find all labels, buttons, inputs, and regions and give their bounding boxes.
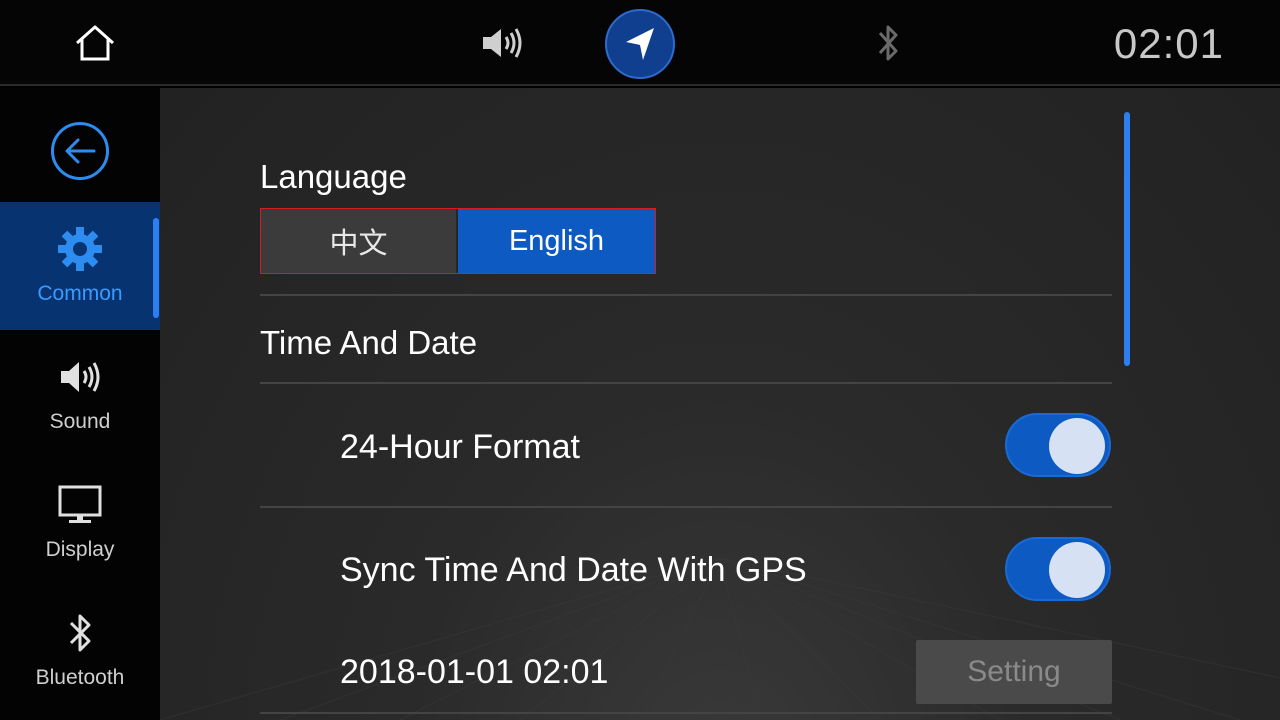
speaker-icon — [55, 354, 105, 400]
divider — [260, 712, 1112, 714]
language-option-english[interactable]: English — [458, 209, 655, 273]
home-icon[interactable] — [70, 20, 120, 66]
language-option-chinese[interactable]: 中文 — [261, 209, 456, 273]
sidebar-item-common[interactable]: Common — [0, 202, 160, 330]
sidebar-scroll-indicator — [153, 218, 159, 318]
bluetooth-icon[interactable] — [870, 20, 906, 66]
sidebar-item-display[interactable]: Display — [0, 458, 160, 586]
volume-icon[interactable] — [476, 22, 528, 64]
clock: 02:01 — [1113, 20, 1224, 67]
time-date-title: Time And Date — [260, 324, 478, 361]
language-selector: 中文 English — [260, 208, 656, 274]
toggle-knob — [1049, 418, 1105, 474]
24-hour-format-toggle[interactable] — [1005, 413, 1111, 477]
divider — [260, 382, 1112, 384]
status-bar: 02:01 — [0, 0, 1280, 86]
bluetooth-icon — [55, 610, 105, 656]
monitor-icon — [55, 482, 105, 528]
24-hour-format-label: 24-Hour Format — [340, 428, 580, 466]
sidebar-item-sound[interactable]: Sound — [0, 330, 160, 458]
arrow-left-icon — [65, 138, 96, 164]
gear-icon — [55, 226, 105, 272]
language-title: Language — [260, 158, 407, 195]
toggle-knob — [1049, 542, 1105, 598]
sync-gps-toggle[interactable] — [1005, 537, 1111, 601]
sync-gps-label: Sync Time And Date With GPS — [340, 551, 807, 589]
sidebar-item-label: Display — [45, 538, 115, 561]
settings-sidebar: Common Sound Display Bluetooth — [0, 88, 160, 720]
datetime-setting-button[interactable]: Setting — [916, 640, 1112, 704]
settings-panel: Language 中文 English Time And Date 24-Hou… — [160, 88, 1280, 720]
current-datetime: 2018-01-01 02:01 — [340, 653, 609, 691]
sidebar-item-bluetooth[interactable]: Bluetooth — [0, 586, 160, 714]
sidebar-item-label: Sound — [49, 410, 111, 433]
sidebar-item-label: Bluetooth — [35, 666, 125, 689]
back-button[interactable] — [51, 122, 109, 180]
navigation-button[interactable] — [605, 9, 675, 79]
navigation-arrow-icon — [626, 28, 654, 60]
divider — [260, 506, 1112, 508]
sidebar-item-label: Common — [37, 282, 123, 305]
divider — [260, 294, 1112, 296]
panel-scrollbar[interactable] — [1124, 112, 1130, 366]
